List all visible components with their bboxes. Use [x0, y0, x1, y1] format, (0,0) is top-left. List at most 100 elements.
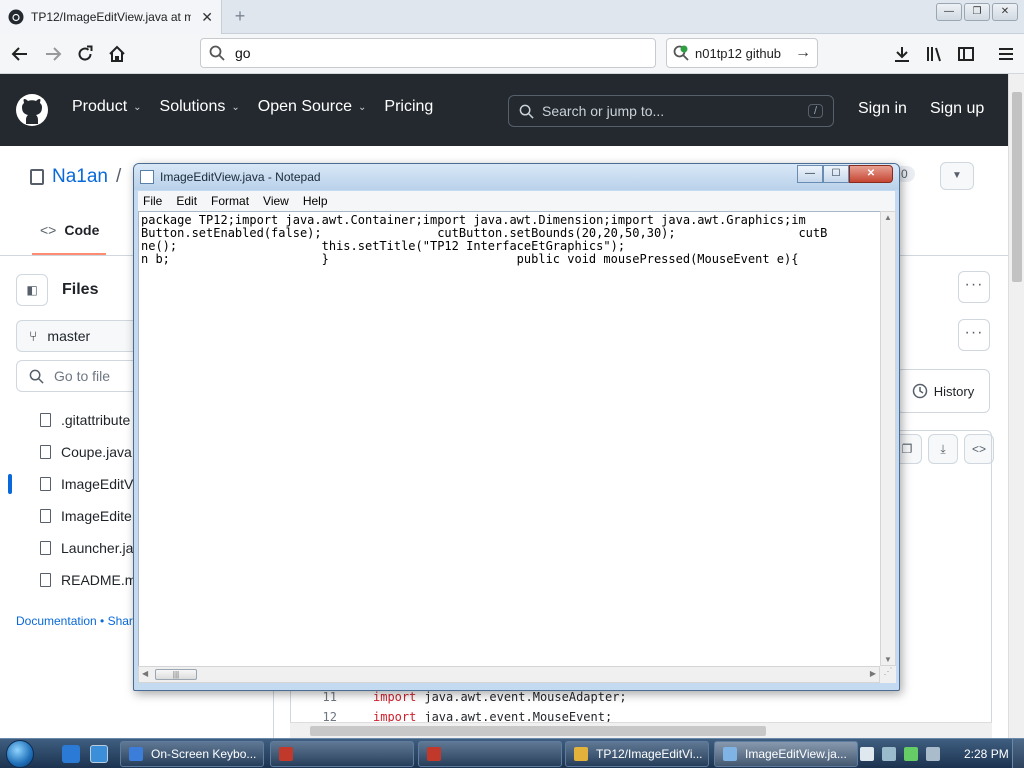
scroll-down-arrow-icon[interactable]: ▼	[884, 655, 892, 664]
nav-item-solutions[interactable]: Solutions ⌄	[160, 98, 240, 116]
window-controls: — ❐ ✕	[936, 3, 1018, 21]
tab-close-icon[interactable]: ✕	[201, 9, 213, 26]
menu-edit[interactable]: Edit	[176, 194, 197, 208]
repo-owner-link[interactable]: Na1an	[52, 166, 108, 188]
notepad-close-button[interactable]: ✕	[849, 165, 893, 183]
nav-item-label: Product	[72, 98, 128, 115]
network-tray-icon[interactable]	[882, 747, 896, 761]
collapse-panel-icon[interactable]: ◧	[16, 274, 48, 306]
github-search-placeholder: Search or jump to...	[542, 103, 665, 119]
volume-icon[interactable]	[926, 747, 940, 761]
tab-code[interactable]: <> Code	[40, 222, 99, 238]
close-window-button[interactable]: ✕	[992, 3, 1018, 21]
nav-item-label: Pricing	[384, 98, 434, 115]
menu-button[interactable]	[994, 42, 1018, 66]
hamburger-menu-icon	[999, 48, 1013, 60]
downloads-button[interactable]	[890, 42, 914, 66]
new-tab-button[interactable]: +	[230, 6, 250, 26]
notepad-hscroll-thumb[interactable]: |||	[155, 669, 197, 680]
scroll-left-arrow-icon[interactable]: ◀	[142, 669, 148, 678]
files-header: ◧ Files	[16, 274, 98, 306]
page-scrollbar[interactable]	[1008, 74, 1024, 738]
taskbar-button[interactable]	[418, 741, 562, 767]
internet-explorer-icon[interactable]	[62, 745, 80, 763]
taskbar-app-icon	[723, 747, 737, 761]
menu-help[interactable]: Help	[303, 194, 328, 208]
windows-taskbar: On-Screen Keybo... TP12/ImageEditVi... Ima…	[0, 738, 1024, 768]
line-number: 11	[322, 690, 337, 704]
code-horizontal-scrollbar[interactable]	[290, 722, 992, 738]
sign-up-button[interactable]: Sign up	[930, 100, 984, 118]
chevron-down-icon: ⌄	[358, 101, 367, 113]
files-title: Files	[62, 281, 99, 298]
start-button[interactable]	[6, 740, 34, 768]
notepad-window-controls: — ☐ ✕	[797, 165, 893, 183]
search-icon	[29, 369, 44, 384]
notepad-titlebar[interactable]: ImageEditView.java - Notepad — ☐ ✕	[134, 164, 899, 190]
file-icon	[40, 477, 51, 491]
history-button[interactable]: History	[896, 369, 990, 413]
page-scrollbar-thumb[interactable]	[1012, 92, 1022, 282]
taskbar-button[interactable]: ImageEditView.ja...	[714, 741, 858, 767]
notepad-text-area[interactable]: package TP12;import java.awt.Container;i…	[138, 211, 880, 666]
github-logo-icon[interactable]	[15, 93, 49, 127]
search-icon	[519, 104, 534, 119]
chevron-down-icon: ⌄	[231, 101, 240, 113]
menu-format[interactable]: Format	[211, 194, 249, 208]
browser-tab[interactable]: TP12/ImageEditView.java at mas ✕	[0, 0, 222, 34]
footer-links[interactable]: Documentation • Shar	[16, 614, 133, 628]
file-options-button[interactable]: ···	[958, 319, 990, 351]
search-add-icon	[673, 45, 689, 61]
code-scrollbar-thumb[interactable]	[310, 726, 766, 736]
taskbar-button[interactable]: On-Screen Keybo...	[120, 741, 264, 767]
notepad-horizontal-scrollbar[interactable]: ◀ ||| ▶	[138, 666, 880, 683]
file-name: README.m	[61, 572, 137, 588]
keyboard-tray-icon[interactable]	[860, 747, 874, 761]
restore-button[interactable]: ❐	[964, 3, 990, 21]
home-button[interactable]	[105, 42, 129, 66]
notepad-vertical-scrollbar[interactable]: ▲ ▼	[880, 211, 896, 666]
sign-in-link[interactable]: Sign in	[858, 100, 907, 118]
browser-toolbar: go n01tp12 github →	[0, 34, 1024, 74]
search-engine-box[interactable]: n01tp12 github →	[666, 38, 818, 68]
search-go-arrow-icon[interactable]: →	[795, 44, 811, 62]
address-bar[interactable]: go	[200, 38, 656, 68]
nav-item-product[interactable]: Product ⌄	[72, 98, 142, 116]
resize-grip-icon[interactable]: ⋰	[880, 666, 896, 683]
nav-item-label: Solutions	[159, 98, 226, 115]
scroll-up-arrow-icon[interactable]: ▲	[884, 213, 892, 222]
go-to-file-placeholder: Go to file	[54, 368, 111, 384]
menu-file[interactable]: File	[143, 194, 162, 208]
branch-name: master	[47, 328, 91, 344]
github-search-input[interactable]: Search or jump to... /	[508, 95, 834, 127]
reload-button[interactable]	[73, 42, 97, 66]
scroll-right-arrow-icon[interactable]: ▶	[870, 669, 876, 678]
nav-item-label: Open Source	[257, 98, 353, 115]
search-shortcut-badge: /	[807, 104, 823, 118]
menu-view[interactable]: View	[263, 194, 289, 208]
show-desktop-button[interactable]	[1012, 739, 1024, 768]
back-button[interactable]	[8, 42, 32, 66]
nav-item-pricing[interactable]: Pricing	[384, 98, 433, 116]
forward-button[interactable]	[41, 42, 65, 66]
library-button[interactable]	[922, 42, 946, 66]
windows-explorer-icon[interactable]	[90, 745, 108, 763]
notepad-minimize-button[interactable]: —	[797, 165, 823, 183]
taskbar-button[interactable]: TP12/ImageEditVi...	[565, 741, 709, 767]
taskbar-clock[interactable]: 2:28 PM	[964, 747, 1009, 761]
more-options-button[interactable]: ···	[958, 271, 990, 303]
taskbar-app-icon	[129, 747, 143, 761]
minimize-button[interactable]: —	[936, 3, 962, 21]
action-center-icon[interactable]	[904, 747, 918, 761]
file-name: Coupe.java	[61, 444, 132, 460]
notepad-maximize-button[interactable]: ☐	[823, 165, 849, 183]
home-icon	[109, 45, 125, 62]
file-name: Launcher.ja	[61, 540, 134, 556]
notepad-menubar: File Edit Format View Help	[138, 191, 895, 211]
sidebar-toggle-button[interactable]	[954, 42, 978, 66]
file-name: ImageEdite	[61, 508, 132, 524]
nav-item-open-source[interactable]: Open Source ⌄	[258, 98, 367, 116]
taskbar-button[interactable]	[270, 741, 414, 767]
star-dropdown-button[interactable]: ▼	[940, 162, 974, 190]
taskbar-button-label: ImageEditView.ja...	[745, 747, 847, 761]
